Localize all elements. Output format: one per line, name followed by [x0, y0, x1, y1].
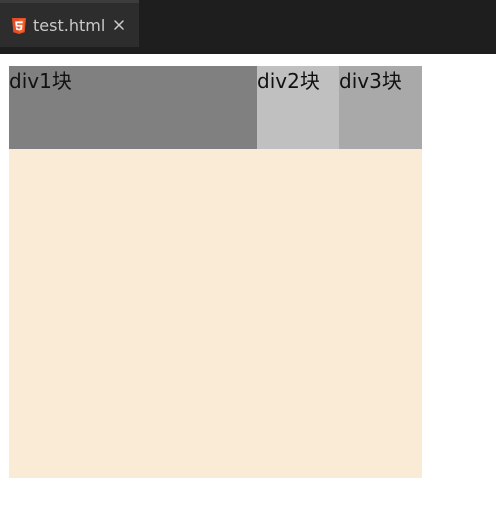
- html5-icon: [12, 18, 26, 34]
- browser-viewport: div1块 div2块 div3块: [0, 54, 496, 511]
- container-block: div1块 div2块 div3块: [9, 66, 422, 478]
- close-icon[interactable]: [112, 17, 126, 31]
- div1-block: div1块: [9, 66, 257, 149]
- tab-label: test.html: [33, 16, 106, 35]
- div3-block: div3块: [339, 66, 422, 149]
- tab-test-html[interactable]: test.html: [0, 0, 139, 47]
- editor-tab-bar: test.html: [0, 0, 496, 54]
- div2-block: div2块: [257, 66, 339, 149]
